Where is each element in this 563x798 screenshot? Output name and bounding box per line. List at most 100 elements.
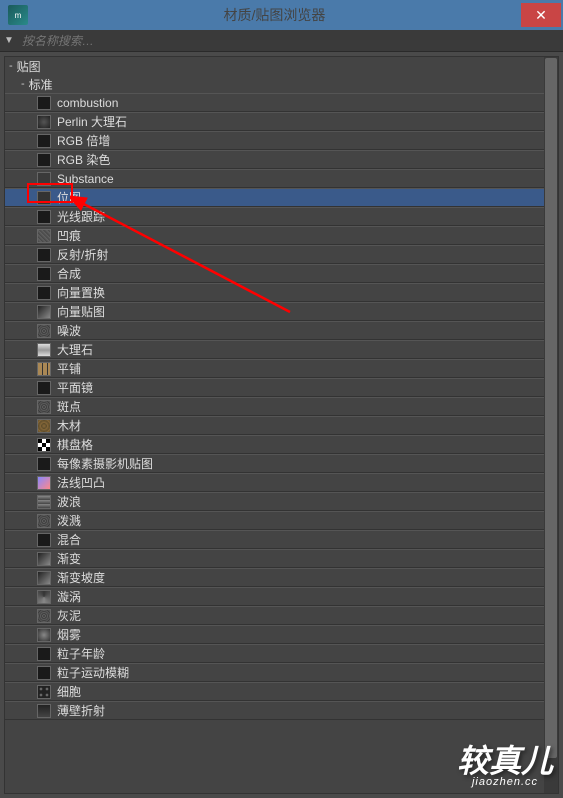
list-item[interactable]: 灰泥 <box>5 606 558 625</box>
item-label: 烟雾 <box>57 626 81 643</box>
item-label: 渐变坡度 <box>57 569 105 586</box>
list-item[interactable]: 斑点 <box>5 397 558 416</box>
list-item[interactable]: 每像素摄影机贴图 <box>5 454 558 473</box>
item-label: 凹痕 <box>57 227 81 244</box>
thumbnail-icon <box>37 229 51 243</box>
close-button[interactable]: ✕ <box>521 3 561 27</box>
thumbnail-icon <box>37 172 51 186</box>
thumbnail-icon <box>37 248 51 262</box>
thumbnail-icon <box>37 115 51 129</box>
list-item[interactable]: 漩涡 <box>5 587 558 606</box>
item-label: 向量置换 <box>57 284 105 301</box>
item-label: Substance <box>57 172 114 186</box>
thumbnail-icon <box>37 267 51 281</box>
group-sub-label: 标准 <box>29 76 53 93</box>
titlebar: m 材质/贴图浏览器 ✕ <box>0 0 563 30</box>
list-item[interactable]: RGB 染色 <box>5 150 558 169</box>
thumbnail-icon <box>37 571 51 585</box>
thumbnail-icon <box>37 210 51 224</box>
thumbnail-icon <box>37 400 51 414</box>
group-sub[interactable]: - 标准 <box>5 75 558 93</box>
item-label: 木材 <box>57 417 81 434</box>
list-item[interactable]: 粒子运动模糊 <box>5 663 558 682</box>
list-item[interactable]: 木材 <box>5 416 558 435</box>
list-item[interactable]: 位图 <box>5 188 558 207</box>
list-item[interactable]: 平面镜 <box>5 378 558 397</box>
subgroup-standard: - 标准 combustionPerlin 大理石 RGB 倍增 RGB 染色 Sub… <box>5 75 558 720</box>
thumbnail-icon <box>37 514 51 528</box>
list-item[interactable]: 渐变 <box>5 549 558 568</box>
thumbnail-icon <box>37 704 51 718</box>
thumbnail-icon <box>37 362 51 376</box>
app-icon: m <box>8 5 28 25</box>
search-input[interactable] <box>18 32 559 50</box>
thumbnail-icon <box>37 153 51 167</box>
list-item[interactable]: 烟雾 <box>5 625 558 644</box>
thumbnail-icon <box>37 191 51 205</box>
item-label: 法线凹凸 <box>57 474 105 491</box>
item-label: 薄壁折射 <box>57 702 105 719</box>
item-label: 平面镜 <box>57 379 93 396</box>
item-label: 漩涡 <box>57 588 81 605</box>
list-item[interactable]: 反射/折射 <box>5 245 558 264</box>
thumbnail-icon <box>37 286 51 300</box>
thumbnail-icon <box>37 552 51 566</box>
list-item[interactable]: 向量置换 <box>5 283 558 302</box>
list-item[interactable]: combustion <box>5 93 558 112</box>
list-item[interactable]: 粒子年龄 <box>5 644 558 663</box>
list-item[interactable]: 薄壁折射 <box>5 701 558 720</box>
list-item[interactable]: 泼溅 <box>5 511 558 530</box>
thumbnail-icon <box>37 343 51 357</box>
thumbnail-icon <box>37 134 51 148</box>
search-box <box>18 32 559 50</box>
thumbnail-icon <box>37 495 51 509</box>
list-item[interactable]: 大理石 <box>5 340 558 359</box>
list-item[interactable]: 噪波 <box>5 321 558 340</box>
item-list: combustionPerlin 大理石 RGB 倍增 RGB 染色 Substanc… <box>5 93 558 720</box>
item-label: Perlin 大理石 <box>57 113 127 130</box>
thumbnail-icon <box>37 647 51 661</box>
item-label: 粒子运动模糊 <box>57 664 129 681</box>
thumbnail-icon <box>37 324 51 338</box>
thumbnail-icon <box>37 96 51 110</box>
item-label: 位图 <box>57 189 81 206</box>
item-label: 灰泥 <box>57 607 81 624</box>
item-label: 光线跟踪 <box>57 208 105 225</box>
thumbnail-icon <box>37 685 51 699</box>
item-label: 混合 <box>57 531 81 548</box>
scrollbar[interactable] <box>544 57 558 793</box>
list-item[interactable]: 渐变坡度 <box>5 568 558 587</box>
thumbnail-icon <box>37 533 51 547</box>
list-item[interactable]: RGB 倍增 <box>5 131 558 150</box>
list-item[interactable]: Substance <box>5 169 558 188</box>
list-item[interactable]: Perlin 大理石 <box>5 112 558 131</box>
item-label: 波浪 <box>57 493 81 510</box>
content-area: - 贴图 - 标准 combustionPerlin 大理石 RGB 倍增 RGB … <box>0 52 563 798</box>
item-label: RGB 倍增 <box>57 132 110 149</box>
list-item[interactable]: 合成 <box>5 264 558 283</box>
item-label: 平铺 <box>57 360 81 377</box>
list-item[interactable]: 法线凹凸 <box>5 473 558 492</box>
list-item[interactable]: 凹痕 <box>5 226 558 245</box>
list-item[interactable]: 向量贴图 <box>5 302 558 321</box>
thumbnail-icon <box>37 609 51 623</box>
item-label: 合成 <box>57 265 81 282</box>
list-item[interactable]: 细胞 <box>5 682 558 701</box>
scrollbar-thumb[interactable] <box>545 58 557 758</box>
group-root-label: 贴图 <box>17 58 41 75</box>
thumbnail-icon <box>37 457 51 471</box>
collapse-icon: - <box>21 78 25 90</box>
browser-panel: - 贴图 - 标准 combustionPerlin 大理石 RGB 倍增 RGB … <box>4 56 559 794</box>
list-item[interactable]: 波浪 <box>5 492 558 511</box>
list-item[interactable]: 平铺 <box>5 359 558 378</box>
item-label: 泼溅 <box>57 512 81 529</box>
item-label: 每像素摄影机贴图 <box>57 455 153 472</box>
thumbnail-icon <box>37 305 51 319</box>
group-root[interactable]: - 贴图 <box>5 57 558 75</box>
list-item[interactable]: 棋盘格 <box>5 435 558 454</box>
thumbnail-icon <box>37 590 51 604</box>
options-dropdown-icon[interactable]: ▼ <box>4 35 14 46</box>
list-item[interactable]: 混合 <box>5 530 558 549</box>
list-item[interactable]: 光线跟踪 <box>5 207 558 226</box>
item-label: RGB 染色 <box>57 151 110 168</box>
